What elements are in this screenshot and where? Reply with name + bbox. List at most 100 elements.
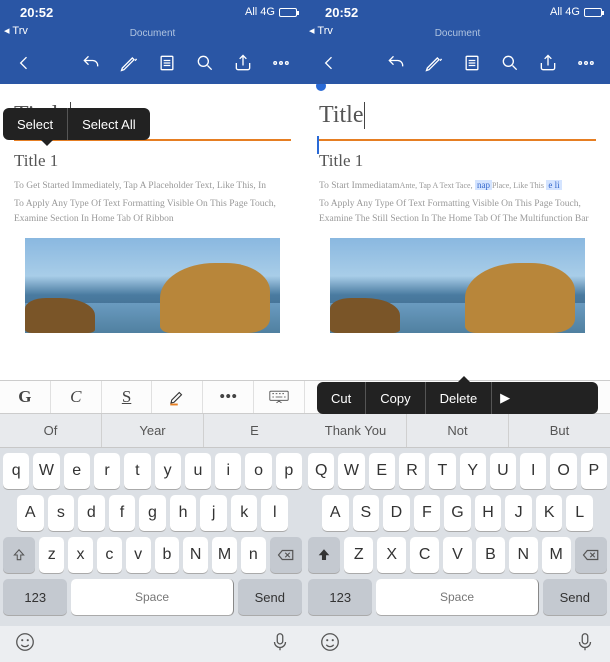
document-area[interactable]: Title Title 1 To Start ImmediatamAnte, T… <box>305 84 610 380</box>
key-e[interactable]: e <box>64 453 90 489</box>
key-s[interactable]: S <box>353 495 380 531</box>
key-e[interactable]: E <box>369 453 395 489</box>
doc-title-text[interactable]: Title <box>319 102 365 129</box>
undo-icon[interactable] <box>378 45 414 81</box>
key-v[interactable]: V <box>443 537 472 573</box>
suggestion[interactable]: Of <box>0 414 102 447</box>
key-j[interactable]: J <box>505 495 532 531</box>
key-h[interactable]: H <box>475 495 502 531</box>
key-x[interactable]: x <box>68 537 93 573</box>
back-icon[interactable] <box>311 45 347 81</box>
key-s[interactable]: s <box>48 495 75 531</box>
key-i[interactable]: I <box>520 453 546 489</box>
key-r[interactable]: R <box>399 453 425 489</box>
key-t[interactable]: T <box>429 453 455 489</box>
space-key[interactable]: Space <box>376 579 538 615</box>
back-icon[interactable] <box>6 45 42 81</box>
suggestion[interactable]: Thank You <box>305 414 407 447</box>
mic-icon[interactable] <box>574 631 596 658</box>
key-n[interactable]: n <box>241 537 266 573</box>
edit-pen-icon[interactable] <box>416 45 452 81</box>
shift-key[interactable] <box>308 537 340 573</box>
key-h[interactable]: h <box>170 495 197 531</box>
key-n[interactable]: N <box>183 537 208 573</box>
suggestion[interactable]: Year <box>102 414 204 447</box>
selection-handle-start[interactable] <box>316 84 326 91</box>
send-key[interactable]: Send <box>543 579 607 615</box>
key-g[interactable]: g <box>139 495 166 531</box>
more-format-button[interactable]: ••• <box>203 381 254 413</box>
numeric-key[interactable]: 123 <box>3 579 67 615</box>
key-p[interactable]: P <box>581 453 607 489</box>
key-m[interactable]: M <box>542 537 571 573</box>
shift-key[interactable] <box>3 537 35 573</box>
key-m[interactable]: M <box>212 537 237 573</box>
key-b[interactable]: B <box>476 537 505 573</box>
key-q[interactable]: Q <box>308 453 334 489</box>
key-p[interactable]: p <box>276 453 302 489</box>
space-key[interactable]: Space <box>71 579 233 615</box>
key-y[interactable]: y <box>155 453 181 489</box>
emoji-icon[interactable] <box>319 631 341 658</box>
share-icon[interactable] <box>225 45 261 81</box>
ctx-copy[interactable]: Copy <box>366 382 425 414</box>
share-icon[interactable] <box>530 45 566 81</box>
undo-icon[interactable] <box>73 45 109 81</box>
suggestion[interactable]: E <box>204 414 305 447</box>
search-icon[interactable] <box>187 45 223 81</box>
key-u[interactable]: U <box>490 453 516 489</box>
more-icon[interactable] <box>568 45 604 81</box>
key-k[interactable]: k <box>231 495 258 531</box>
key-w[interactable]: W <box>338 453 364 489</box>
ctx-cut[interactable]: Cut <box>317 382 366 414</box>
suggestion[interactable]: But <box>509 414 610 447</box>
backspace-key[interactable] <box>270 537 302 573</box>
numeric-key[interactable]: 123 <box>308 579 372 615</box>
italic-button[interactable]: C <box>51 381 102 413</box>
body-para-1[interactable]: To Start ImmediatamAnte, Tap A Text Tace… <box>319 179 596 193</box>
key-c[interactable]: c <box>97 537 122 573</box>
key-y[interactable]: Y <box>460 453 486 489</box>
heading-1[interactable]: Title 1 <box>319 151 596 171</box>
key-u[interactable]: u <box>185 453 211 489</box>
key-o[interactable]: O <box>550 453 576 489</box>
edit-pen-icon[interactable] <box>111 45 147 81</box>
more-icon[interactable] <box>263 45 299 81</box>
key-d[interactable]: D <box>383 495 410 531</box>
body-para-2[interactable]: To Apply Any Type Of Text Formatting Vis… <box>14 197 291 226</box>
ctx-delete[interactable]: Delete <box>426 382 493 414</box>
suggestion[interactable]: Not <box>407 414 509 447</box>
key-k[interactable]: K <box>536 495 563 531</box>
key-x[interactable]: X <box>377 537 406 573</box>
key-l[interactable]: l <box>261 495 288 531</box>
emoji-icon[interactable] <box>14 631 36 658</box>
key-t[interactable]: t <box>124 453 150 489</box>
document-image[interactable] <box>25 238 280 333</box>
underline-button[interactable]: S <box>102 381 153 413</box>
key-l[interactable]: L <box>566 495 593 531</box>
key-a[interactable]: A <box>17 495 44 531</box>
key-o[interactable]: o <box>245 453 271 489</box>
key-r[interactable]: r <box>94 453 120 489</box>
key-i[interactable]: i <box>215 453 241 489</box>
document-image[interactable] <box>330 238 585 333</box>
key-n[interactable]: N <box>509 537 538 573</box>
key-w[interactable]: W <box>33 453 59 489</box>
bold-button[interactable]: G <box>0 381 51 413</box>
body-para-1[interactable]: To Get Started Immediately, Tap A Placeh… <box>14 179 291 193</box>
key-g[interactable]: G <box>444 495 471 531</box>
key-z[interactable]: Z <box>344 537 373 573</box>
outline-icon[interactable] <box>454 45 490 81</box>
highlight-button[interactable] <box>152 381 203 413</box>
key-q[interactable]: q <box>3 453 29 489</box>
key-f[interactable]: F <box>414 495 441 531</box>
document-area[interactable]: Select Select All Titale Title 1 To Get … <box>0 84 305 380</box>
keyboard-toggle-icon[interactable] <box>254 381 305 413</box>
body-para-2[interactable]: To Apply Any Type Of Text Formatting Vis… <box>319 197 596 226</box>
backspace-key[interactable] <box>575 537 607 573</box>
key-c[interactable]: C <box>410 537 439 573</box>
key-z[interactable]: z <box>39 537 64 573</box>
ctx-select-all[interactable]: Select All <box>68 108 149 140</box>
ctx-more-arrow[interactable]: ▶ <box>492 390 518 406</box>
search-icon[interactable] <box>492 45 528 81</box>
